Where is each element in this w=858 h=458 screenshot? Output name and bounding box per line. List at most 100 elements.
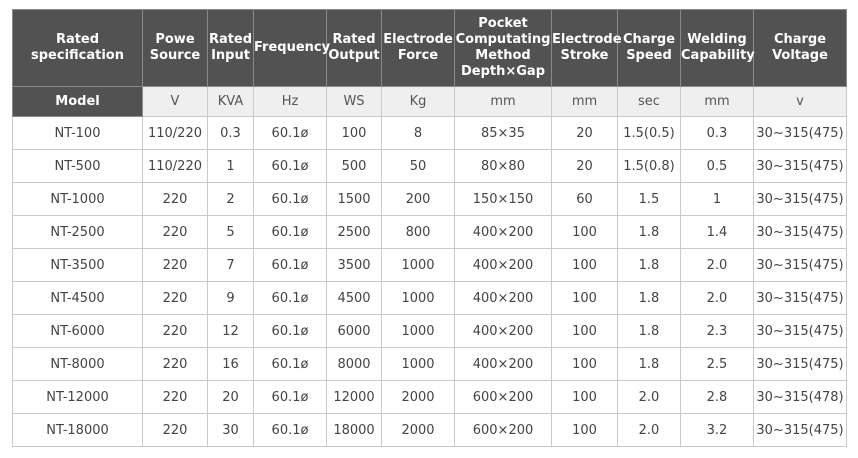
unit-cell: Hz xyxy=(253,86,327,117)
table-cell: 2.3 xyxy=(680,314,754,348)
table-cell: 12 xyxy=(207,314,254,348)
table-cell: 2.0 xyxy=(617,380,681,414)
table-cell: 1.8 xyxy=(617,347,681,381)
table-cell: 220 xyxy=(142,182,208,216)
header-welding-capability: Welding Capability xyxy=(680,9,755,87)
unit-cell: V xyxy=(142,86,208,117)
table-row: NT-6000 220 12 60.1ø 6000 1000 400×200 100 1.8 2.… xyxy=(12,314,847,348)
table-cell: 1.5 xyxy=(617,182,681,216)
model-cell: NT-500 xyxy=(12,149,143,183)
model-cell: NT-12000 xyxy=(12,380,143,414)
table-cell: 220 xyxy=(142,281,208,315)
table-cell: 220 xyxy=(142,314,208,348)
table-cell: 60.1ø xyxy=(253,248,327,282)
table-row: NT-18000 220 30 60.1ø 18000 2000 600×200 100 2.0… xyxy=(12,413,847,447)
table-cell: 60.1ø xyxy=(253,380,327,414)
table-cell: 200 xyxy=(381,182,455,216)
table-cell: 110/220 xyxy=(142,149,208,183)
table-cell: 1000 xyxy=(381,314,455,348)
table-cell: 20 xyxy=(207,380,254,414)
table-cell: 60.1ø xyxy=(253,314,327,348)
table-cell: 0.3 xyxy=(207,116,254,150)
table-row: NT-12000 220 20 60.1ø 12000 2000 600×200 100 2.0… xyxy=(12,380,847,414)
table-cell: 400×200 xyxy=(454,281,552,315)
table-row: NT-2500 220 5 60.1ø 2500 800 400×200 100 1.8 1.4 3… xyxy=(12,215,847,249)
table-cell: 60.1ø xyxy=(253,413,327,447)
table-cell: 16 xyxy=(207,347,254,381)
table-cell: 100 xyxy=(551,347,618,381)
table-cell: 1.8 xyxy=(617,215,681,249)
model-cell: NT-8000 xyxy=(12,347,143,381)
table-cell: 400×200 xyxy=(454,314,552,348)
table-cell: 8000 xyxy=(326,347,382,381)
model-cell: NT-18000 xyxy=(12,413,143,447)
table-cell: 60.1ø xyxy=(253,215,327,249)
table-cell: 2.0 xyxy=(680,248,754,282)
table-cell: 220 xyxy=(142,380,208,414)
table-cell: 3500 xyxy=(326,248,382,282)
model-cell: NT-2500 xyxy=(12,215,143,249)
table-cell: 30~315(475) xyxy=(753,413,847,447)
table-cell: 100 xyxy=(551,281,618,315)
table-cell: 50 xyxy=(381,149,455,183)
table-cell: 1.5(0.5) xyxy=(617,116,681,150)
table-row: NT-100 110/220 0.3 60.1ø 100 8 85×35 20 1.5(0.5)… xyxy=(12,116,847,150)
table-cell: 3.2 xyxy=(680,413,754,447)
table-cell: 7 xyxy=(207,248,254,282)
header-electrode-stroke: Electrode Stroke xyxy=(551,9,622,87)
model-cell: NT-6000 xyxy=(12,314,143,348)
table-cell: 500 xyxy=(326,149,382,183)
table-cell: 220 xyxy=(142,347,208,381)
table-cell: 100 xyxy=(326,116,382,150)
unit-cell: sec xyxy=(617,86,681,117)
table-cell: 30~315(475) xyxy=(753,116,847,150)
table-cell: 6000 xyxy=(326,314,382,348)
header-rated-output: Rated Output xyxy=(326,9,382,87)
table-row: NT-8000 220 16 60.1ø 8000 1000 400×200 100 1.8 2.… xyxy=(12,347,847,381)
unit-cell: WS xyxy=(326,86,382,117)
table-cell: 9 xyxy=(207,281,254,315)
table-cell: 100 xyxy=(551,413,618,447)
header-power-source: Powe Source xyxy=(142,9,208,87)
table-cell: 30 xyxy=(207,413,254,447)
table-row: NT-1000 220 2 60.1ø 1500 200 150×150 60 1.5 1 30~3… xyxy=(12,182,847,216)
header-pocket-method: Pocket Computating Method Depth×Gap xyxy=(454,9,552,87)
header-electrode-force: Electrode Force xyxy=(381,9,455,87)
table-cell: 400×200 xyxy=(454,248,552,282)
table-cell: 1.8 xyxy=(617,314,681,348)
table-cell: 100 xyxy=(551,314,618,348)
unit-cell: KVA xyxy=(207,86,254,117)
table-cell: 2.8 xyxy=(680,380,754,414)
table-cell: 12000 xyxy=(326,380,382,414)
table-body: NT-100 110/220 0.3 60.1ø 100 8 85×35 20 1.5(0.5)… xyxy=(12,116,847,447)
table-cell: 30~315(475) xyxy=(753,347,847,381)
table-cell: 1 xyxy=(207,149,254,183)
header-frequency: Frequency xyxy=(253,9,330,87)
header-rated-specification: Rated specification xyxy=(12,9,143,87)
table-cell: 0.3 xyxy=(680,116,754,150)
table-cell: 60.1ø xyxy=(253,149,327,183)
table-cell: 1500 xyxy=(326,182,382,216)
table-cell: 2 xyxy=(207,182,254,216)
table-cell: 30~315(475) xyxy=(753,182,847,216)
unit-cell: mm xyxy=(680,86,754,117)
table-cell: 60.1ø xyxy=(253,116,327,150)
table-row: NT-4500 220 9 60.1ø 4500 1000 400×200 100 1.8 2.0… xyxy=(12,281,847,315)
table-cell: 30~315(475) xyxy=(753,281,847,315)
table-cell: 220 xyxy=(142,215,208,249)
table-cell: 30~315(475) xyxy=(753,149,847,183)
header-rated-input: Rated Input xyxy=(207,9,254,87)
table-row: NT-500 110/220 1 60.1ø 500 50 80×80 20 1.5(0.8) 0… xyxy=(12,149,847,183)
unit-cell: Kg xyxy=(381,86,455,117)
unit-cell: v xyxy=(753,86,847,117)
table-cell: 1000 xyxy=(381,248,455,282)
table-cell: 2.5 xyxy=(680,347,754,381)
table-cell: 2.0 xyxy=(617,413,681,447)
table-cell: 60.1ø xyxy=(253,281,327,315)
table-cell: 1.5(0.8) xyxy=(617,149,681,183)
table-cell: 220 xyxy=(142,413,208,447)
table-cell: 1.8 xyxy=(617,281,681,315)
table-cell: 1000 xyxy=(381,281,455,315)
table-cell: 60 xyxy=(551,182,618,216)
table-cell: 150×150 xyxy=(454,182,552,216)
